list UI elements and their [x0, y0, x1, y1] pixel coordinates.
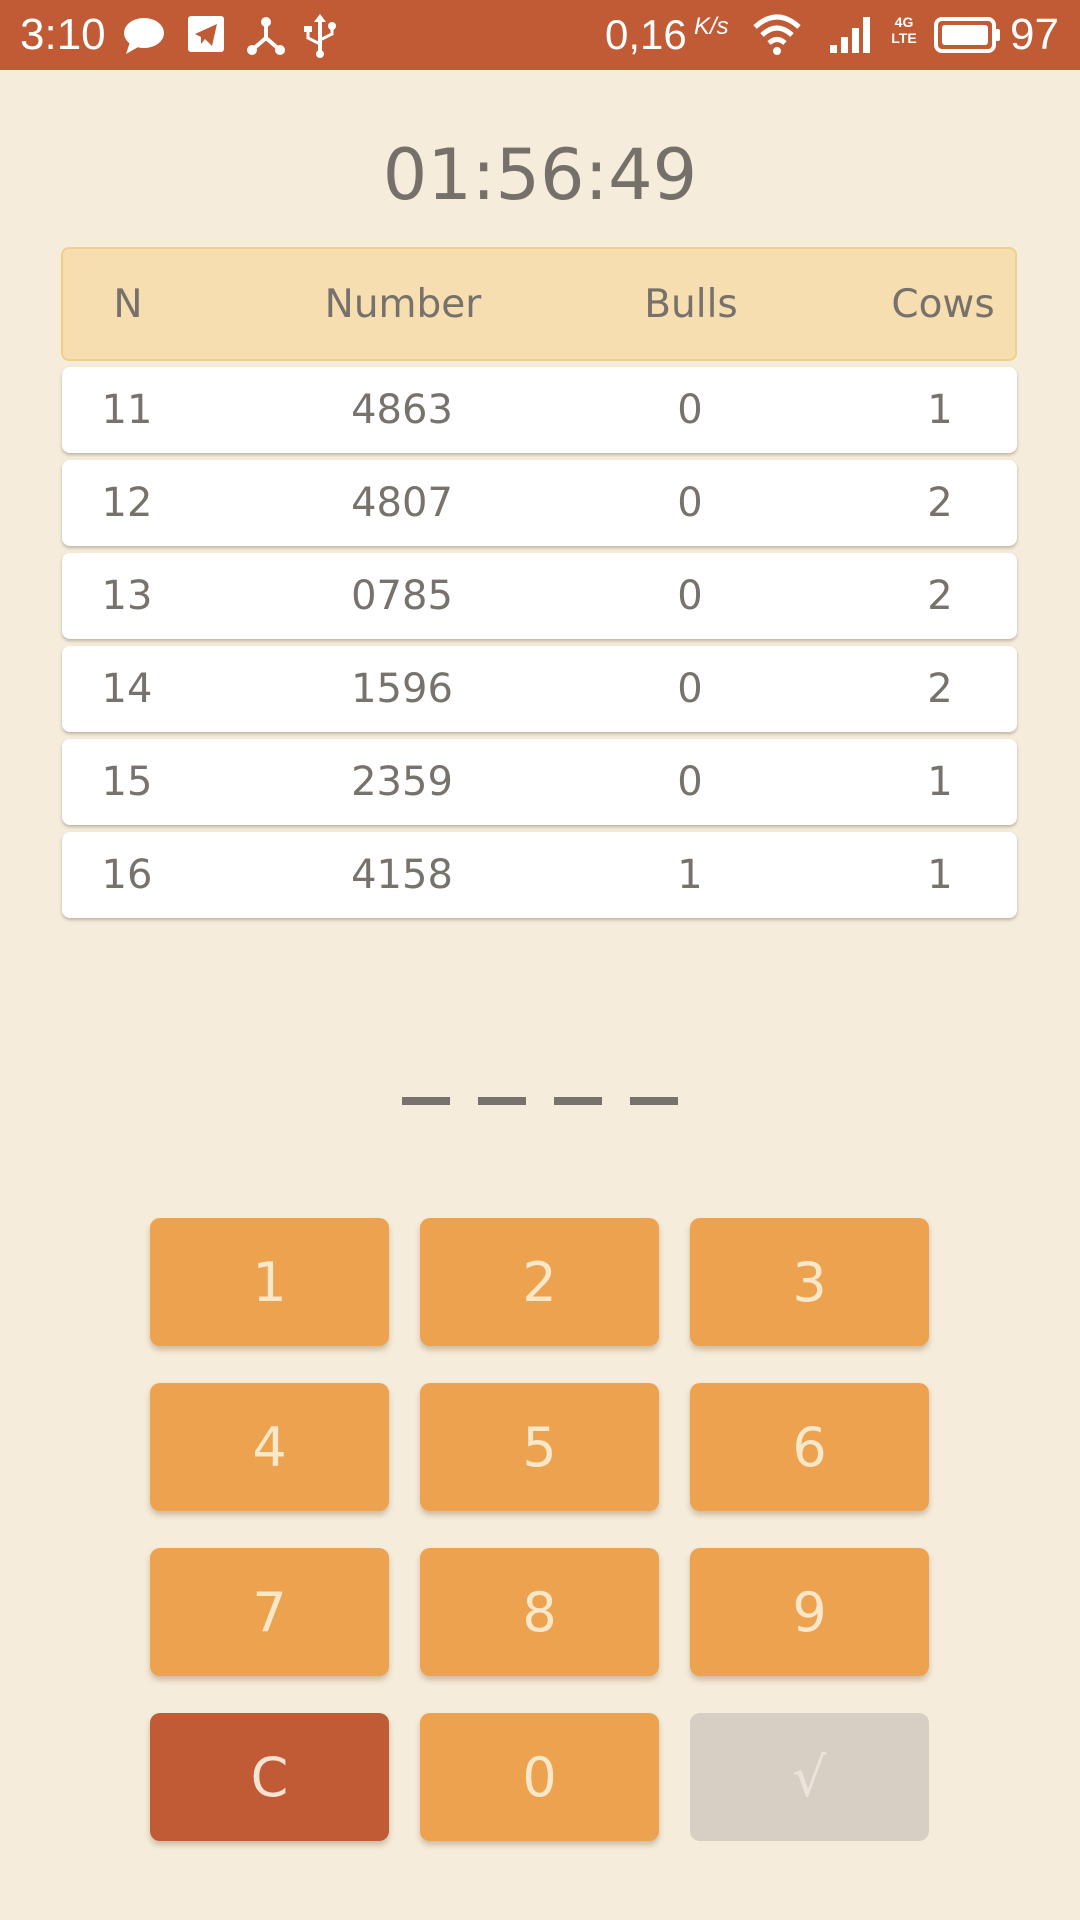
row-number: 4807 — [351, 480, 453, 526]
battery-percent: 97 — [1010, 10, 1059, 59]
row-bulls: 0 — [677, 759, 703, 805]
row-number: 4863 — [351, 387, 453, 433]
row-bulls: 1 — [677, 852, 703, 898]
table-row: 16 4158 1 1 — [62, 832, 1017, 918]
telegram-icon — [186, 14, 230, 58]
key-0[interactable]: 0 — [420, 1713, 659, 1841]
status-time: 3:10 — [20, 10, 106, 59]
row-n: 16 — [101, 852, 153, 898]
header-number: Number — [324, 281, 482, 327]
key-8[interactable]: 8 — [420, 1548, 659, 1676]
row-cows: 1 — [927, 387, 953, 433]
key-5[interactable]: 5 — [420, 1383, 659, 1511]
row-number: 1596 — [351, 666, 453, 712]
table-row: 11 4863 0 1 — [62, 367, 1017, 453]
key-7[interactable]: 7 — [150, 1548, 389, 1676]
row-bulls: 0 — [677, 480, 703, 526]
header-cows: Cows — [891, 281, 995, 327]
table-row: 13 0785 0 2 — [62, 553, 1017, 639]
row-cows: 2 — [927, 480, 953, 526]
guess-digit-slot-4 — [630, 1097, 678, 1105]
row-cows: 2 — [927, 573, 953, 619]
network-speed-unit: K/s — [694, 13, 729, 40]
share-network-icon — [244, 14, 288, 58]
row-bulls: 0 — [677, 387, 703, 433]
table-row: 12 4807 0 2 — [62, 460, 1017, 546]
history-table-header: N Number Bulls Cows — [61, 247, 1017, 361]
row-bulls: 0 — [677, 573, 703, 619]
table-row: 15 2359 0 1 — [62, 739, 1017, 825]
row-cows: 1 — [927, 852, 953, 898]
key-2[interactable]: 2 — [420, 1218, 659, 1346]
row-n: 11 — [101, 387, 153, 433]
key-4[interactable]: 4 — [150, 1383, 389, 1511]
row-n: 15 — [101, 759, 153, 805]
guess-digit-slot-1 — [402, 1097, 450, 1105]
guess-digit-slot-2 — [478, 1097, 526, 1105]
row-cows: 2 — [927, 666, 953, 712]
submit-guess-button[interactable]: √ — [690, 1713, 929, 1841]
key-1[interactable]: 1 — [150, 1218, 389, 1346]
row-bulls: 0 — [677, 666, 703, 712]
row-n: 13 — [101, 573, 153, 619]
wifi-icon — [752, 12, 801, 56]
cell-signal-icon — [828, 12, 872, 56]
status-bar: 3:10 0,16 K/s 4G LTE 97 — [0, 0, 1080, 70]
network-type: 4G LTE — [891, 14, 917, 46]
clear-button[interactable]: C — [150, 1713, 389, 1841]
game-timer: 01:56:49 — [382, 134, 698, 216]
network-speed: 0,16 — [605, 11, 687, 58]
usb-icon — [302, 14, 346, 58]
chat-bubble-icon — [122, 14, 166, 58]
battery-icon — [934, 15, 1002, 59]
row-number: 0785 — [351, 573, 453, 619]
row-number: 2359 — [351, 759, 453, 805]
row-number: 4158 — [351, 852, 453, 898]
header-n: N — [113, 281, 143, 327]
table-row: 14 1596 0 2 — [62, 646, 1017, 732]
header-bulls: Bulls — [644, 281, 738, 327]
key-3[interactable]: 3 — [690, 1218, 929, 1346]
key-9[interactable]: 9 — [690, 1548, 929, 1676]
row-cows: 1 — [927, 759, 953, 805]
row-n: 14 — [101, 666, 153, 712]
key-6[interactable]: 6 — [690, 1383, 929, 1511]
guess-digit-slot-3 — [554, 1097, 602, 1105]
row-n: 12 — [101, 480, 153, 526]
